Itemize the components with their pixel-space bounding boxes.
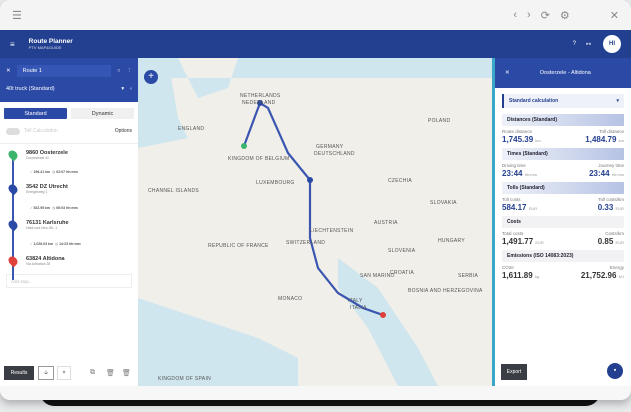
- map-label: GERMANY: [316, 144, 344, 150]
- more-icon[interactable]: ⋮: [127, 68, 133, 74]
- map-label: AUSTRIA: [374, 220, 398, 226]
- hamburger-icon[interactable]: ☰: [12, 9, 22, 22]
- app-header: ≡ Route Planner PTV MAP&GUIDE ? ⚯ HI: [0, 30, 631, 58]
- map-label: MONACO: [278, 296, 303, 302]
- chat-icon[interactable]: ▪: [607, 363, 623, 379]
- section-distances: Distances (Standard): [502, 114, 624, 126]
- map-label: SERBIA: [458, 273, 479, 279]
- map-label: ITALIA: [350, 305, 367, 311]
- stop-address: Via Adriatica 28: [26, 262, 51, 266]
- gear-icon[interactable]: ⚙: [560, 9, 570, 22]
- results-button[interactable]: Results: [4, 366, 34, 380]
- pin-icon: [6, 148, 20, 162]
- map-label: HUNGARY: [438, 238, 466, 244]
- browser-bar: ☰ ‹ › ⟳ ⚙ ✕: [0, 0, 631, 30]
- section-tolls: Tolls (Standard): [502, 182, 624, 194]
- chevron-icon[interactable]: ▾: [57, 366, 71, 380]
- section-times: Times (Standard): [502, 148, 624, 160]
- reload-icon[interactable]: ⟳: [541, 9, 550, 22]
- close-route-icon[interactable]: ✕: [6, 68, 11, 74]
- app-title: Route Planner: [28, 38, 73, 45]
- mediterranean: [138, 298, 298, 386]
- section-emissions: Emissions (ISO 14083:2023): [502, 250, 624, 262]
- map-canvas: [138, 58, 492, 386]
- export-button[interactable]: Export: [501, 364, 527, 380]
- map-label: KINGDOM OF SPAIN: [158, 376, 212, 382]
- map-label: KINGDOM OF BELGIUM: [228, 156, 290, 162]
- route-sidebar: ✕ Route 1 ○ ⋮ 40t truck (Standard) ▾ ‹ Standa…: [0, 58, 138, 386]
- map-label: BOSNIA AND HERZEGOVINA: [408, 288, 483, 294]
- copy-icon[interactable]: ⧉: [90, 369, 95, 377]
- app-subtitle: PTV MAP&GUIDE: [28, 45, 62, 50]
- map-label: LIECHTENSTEIN: [310, 228, 354, 234]
- stop-address: Haid-und-Neu-Str. 1: [26, 226, 58, 230]
- start-marker[interactable]: [241, 143, 247, 149]
- tab-standard[interactable]: Standard: [4, 108, 67, 119]
- map-label: SLOVAKIA: [430, 200, 457, 206]
- chevron-down-icon: ▾: [616, 98, 619, 104]
- stop-list: 9860 Oosterzele Dorpsstraat 41 ⟋ 196.41 k…: [0, 143, 138, 288]
- map-label: CHANNEL ISLANDS: [148, 188, 199, 194]
- map-label: SAN MARINO: [360, 273, 395, 279]
- toll-toggle[interactable]: [6, 127, 20, 135]
- panel-title: Oosterzele - Altidona: [539, 70, 591, 76]
- locate-icon[interactable]: ○: [117, 68, 120, 74]
- help-icon[interactable]: ?: [573, 41, 576, 47]
- vehicle-select[interactable]: 40t truck (Standard): [6, 86, 115, 92]
- map-label: NEDERLAND: [242, 100, 276, 106]
- app-window: ☰ ‹ › ⟳ ⚙ ✕ ≡ Route Planner PTV MAP&GUIDE…: [0, 0, 631, 400]
- map-label: CZECHIA: [388, 178, 413, 184]
- stop-item[interactable]: 9860 Oosterzele Dorpsstraat 41: [0, 148, 138, 184]
- results-panel: ✕ Oosterzele - Altidona Standard calculat…: [492, 58, 631, 386]
- map-view[interactable]: + ENGLAND NETHERLANDS NEDERLAND KINGDOM …: [138, 58, 492, 386]
- stop-item[interactable]: 76131 Karlsruhe Haid-und-Neu-Str. 1: [0, 218, 138, 254]
- pin-icon: [6, 254, 20, 268]
- chevron-down-icon[interactable]: ▾: [121, 86, 124, 92]
- collapse-icon[interactable]: ‹: [130, 86, 132, 92]
- close-icon[interactable]: ✕: [610, 9, 619, 22]
- toggle-label: Toll Calculation: [24, 128, 58, 134]
- link-icon[interactable]: ⚯: [586, 41, 591, 48]
- add-stop-input[interactable]: Add stop...: [6, 274, 132, 288]
- trash-icon[interactable]: 🗑: [106, 369, 115, 377]
- calculation-select[interactable]: Standard calculation ▾: [502, 94, 624, 108]
- stop-item[interactable]: 3542 DZ Utrecht Energieweg 1: [0, 182, 138, 218]
- calculation-label: Standard calculation: [509, 98, 559, 104]
- route-header: ✕ Route 1 ○ ⋮ 40t truck (Standard) ▾ ‹: [0, 58, 138, 102]
- delete-all-icon[interactable]: 🗑: [122, 369, 131, 377]
- map-label: REPUBLIC OF FRANCE: [208, 243, 269, 249]
- waypoint-marker[interactable]: [307, 177, 313, 183]
- map-label: ITALY: [348, 298, 363, 304]
- pin-icon: [6, 218, 20, 232]
- pin-icon: [6, 182, 20, 196]
- zoom-in-button[interactable]: +: [144, 70, 158, 84]
- map-label: DEUTSCHLAND: [314, 151, 355, 157]
- sea-north: [138, 58, 492, 98]
- stop-address: Energieweg 1: [26, 190, 48, 194]
- map-label: SWITZERLAND: [286, 240, 326, 246]
- section-costs: Costs: [502, 216, 624, 228]
- map-label: NETHERLANDS: [240, 93, 281, 99]
- avatar[interactable]: HI: [603, 35, 621, 53]
- map-label: ENGLAND: [178, 126, 205, 132]
- options-button[interactable]: Options: [115, 128, 132, 134]
- stop-item[interactable]: 63824 Altidona Via Adriatica 28: [0, 254, 138, 274]
- map-label: POLAND: [428, 118, 451, 124]
- end-marker[interactable]: [380, 312, 386, 318]
- tab-dynamic[interactable]: Dynamic: [71, 108, 134, 119]
- back-icon[interactable]: ‹: [513, 9, 517, 22]
- route-name[interactable]: Route 1: [16, 65, 112, 77]
- route-options-icon[interactable]: ⫝: [38, 366, 54, 380]
- stop-address: Dorpsstraat 41: [26, 156, 49, 160]
- map-label: SLOVENIA: [388, 248, 416, 254]
- map-label: LUXEMBOURG: [256, 180, 295, 186]
- forward-icon[interactable]: ›: [527, 9, 531, 22]
- menu-icon[interactable]: ≡: [10, 40, 15, 49]
